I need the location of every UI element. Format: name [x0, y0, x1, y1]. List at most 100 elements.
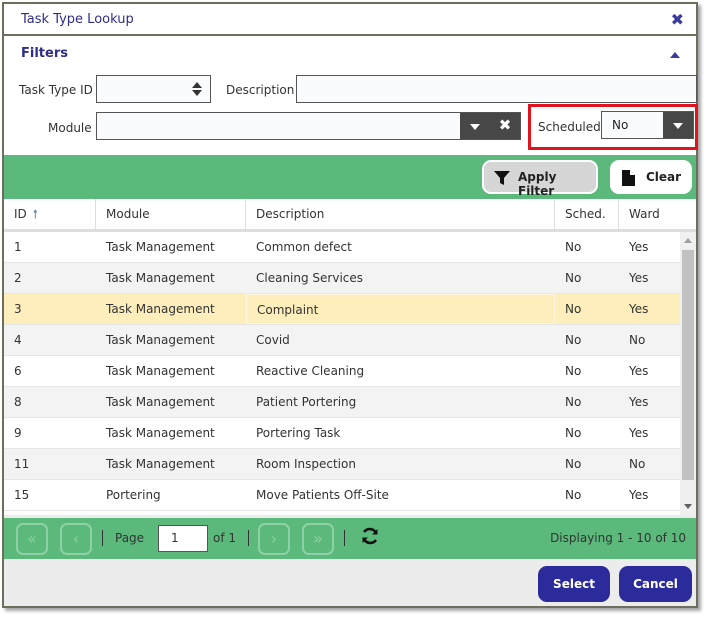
cell-id: 8 — [14, 395, 22, 409]
module-label: Module — [48, 121, 92, 135]
display-count: Displaying 1 - 10 of 10 — [550, 531, 686, 545]
cell-description: Complaint — [246, 294, 555, 324]
cell-ward: Yes — [629, 426, 649, 440]
cell-description: Cleaning Services — [256, 271, 364, 285]
task-type-lookup-dialog: Task Type Lookup ✖ Filters Task Type ID … — [2, 2, 698, 608]
cell-module: Task Management — [106, 271, 215, 285]
vertical-scrollbar[interactable] — [680, 232, 696, 515]
chevron-right-icon: › — [270, 529, 278, 548]
table-row[interactable]: 6 Task Management Reactive Cleaning No Yes — [4, 356, 684, 387]
cell-id: 1 — [14, 240, 22, 254]
column-header-module[interactable]: Module — [96, 199, 246, 229]
chevron-down-icon — [470, 124, 480, 130]
column-label: Module — [106, 207, 150, 221]
filter-icon — [494, 170, 510, 189]
column-header-description[interactable]: Description — [246, 199, 555, 229]
cell-description: Reactive Cleaning — [256, 364, 365, 378]
sort-ascending-icon: 🠕 — [32, 207, 38, 221]
table-row[interactable]: 4 Task Management Covid No No — [4, 325, 684, 356]
cell-module: Task Management — [106, 457, 215, 471]
filter-toolbar: Apply Filter Clear — [4, 155, 696, 199]
chevron-left-icon: ‹ — [72, 529, 80, 548]
page-label: Page — [115, 531, 145, 545]
scroll-up-icon[interactable] — [684, 238, 692, 243]
cell-sched: No — [565, 271, 582, 285]
refresh-icon[interactable] — [361, 527, 379, 548]
scroll-down-icon[interactable] — [684, 504, 692, 509]
next-page-button[interactable]: › — [258, 523, 290, 555]
cell-sched: No — [565, 302, 582, 316]
task-types-grid: ID 🠕 Module Description Sched. Ward 1 Task… — [4, 199, 696, 515]
description-label: Description — [226, 83, 295, 97]
document-icon — [622, 170, 635, 189]
grid-body: 1 Task Management Common defect No Yes 2 Task … — [4, 232, 684, 511]
column-header-sched[interactable]: Sched. — [555, 199, 619, 229]
cell-description: Common defect — [256, 240, 352, 254]
column-header-id[interactable]: ID 🠕 — [4, 199, 96, 229]
cell-id: 4 — [14, 333, 22, 347]
apply-filter-button[interactable]: Apply Filter — [482, 160, 598, 198]
description-input[interactable] — [296, 75, 697, 103]
prev-page-button[interactable]: ‹ — [60, 523, 92, 555]
column-label: Description — [256, 207, 325, 221]
select-button[interactable]: Select — [538, 566, 610, 602]
cell-id: 11 — [14, 457, 30, 471]
column-label: Sched. — [565, 207, 606, 221]
cell-module: Task Management — [106, 240, 215, 254]
clear-label: Clear — [646, 170, 682, 184]
cancel-button[interactable]: Cancel — [619, 566, 692, 602]
double-chevron-left-icon: « — [27, 529, 37, 548]
table-row[interactable]: 11 Task Management Room Inspection No No — [4, 449, 684, 480]
table-row[interactable]: 9 Task Management Portering Task No Yes — [4, 418, 684, 449]
last-page-button[interactable]: » — [302, 523, 334, 555]
scheduled-label: Scheduled — [538, 120, 601, 134]
first-page-button[interactable]: « — [16, 523, 48, 555]
module-dropdown-button[interactable] — [460, 113, 490, 139]
column-label: ID — [14, 207, 27, 221]
cell-module: Task Management — [106, 302, 215, 316]
cell-id: 2 — [14, 271, 22, 285]
cell-module: Task Management — [106, 333, 215, 347]
cell-ward: Yes — [629, 240, 649, 254]
cell-description: Covid — [256, 333, 290, 347]
table-row[interactable]: 3 Task Management Complaint No Yes — [4, 294, 684, 325]
task-type-id-input[interactable] — [96, 75, 211, 103]
table-row[interactable]: 2 Task Management Cleaning Services No Yes — [4, 263, 684, 294]
module-clear-button[interactable]: ✖ — [490, 113, 520, 139]
clear-icon: ✖ — [498, 116, 512, 134]
filters-heading: Filters — [21, 46, 68, 61]
scheduled-select[interactable]: No — [601, 111, 694, 139]
cell-sched: No — [565, 488, 582, 502]
cell-ward: Yes — [629, 302, 649, 316]
cell-id: 6 — [14, 364, 22, 378]
spinner-icon[interactable] — [192, 82, 202, 96]
caret-up-icon[interactable] — [670, 52, 680, 58]
page-number-input[interactable]: 1 — [158, 525, 208, 552]
separator — [248, 530, 249, 546]
scheduled-dropdown-button[interactable] — [663, 112, 693, 138]
scrollbar-thumb[interactable] — [682, 250, 694, 480]
task-type-id-label: Task Type ID — [19, 83, 93, 97]
table-row[interactable]: 1 Task Management Common defect No Yes — [4, 232, 684, 263]
module-combobox[interactable]: ✖ — [96, 112, 521, 140]
grid-header: ID 🠕 Module Description Sched. Ward — [4, 199, 696, 232]
column-label: Ward — [629, 207, 660, 221]
chevron-down-icon — [673, 123, 683, 129]
cell-ward: No — [629, 333, 646, 347]
cell-ward: Yes — [629, 488, 649, 502]
close-icon[interactable]: ✖ — [671, 10, 684, 29]
cell-module: Portering — [106, 488, 161, 502]
title-bar: Task Type Lookup ✖ — [4, 4, 696, 36]
clear-button[interactable]: Clear — [610, 160, 692, 194]
double-chevron-right-icon: » — [313, 529, 323, 548]
cell-description: Move Patients Off-Site — [256, 488, 389, 502]
cell-sched: No — [565, 426, 582, 440]
column-header-ward[interactable]: Ward — [619, 199, 700, 229]
cell-id: 15 — [14, 488, 30, 502]
cell-module: Task Management — [106, 426, 215, 440]
cell-ward: No — [629, 457, 646, 471]
cell-sched: No — [565, 240, 582, 254]
table-row[interactable]: 8 Task Management Patient Portering No Yes — [4, 387, 684, 418]
table-row[interactable]: 15 Portering Move Patients Off-Site No Yes — [4, 480, 684, 511]
dialog-title: Task Type Lookup — [21, 12, 134, 27]
